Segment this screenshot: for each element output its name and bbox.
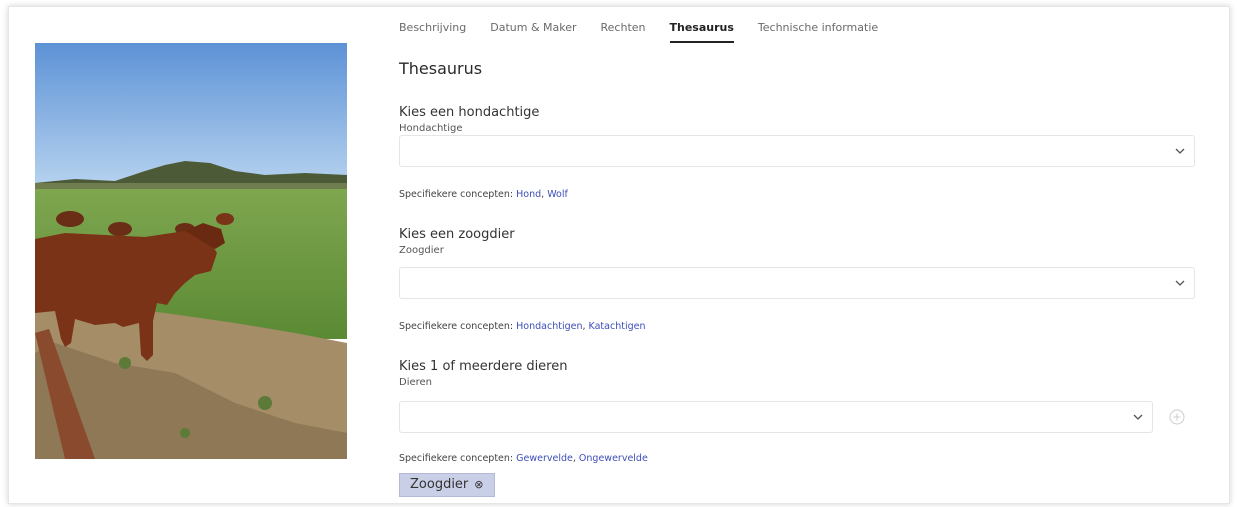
thesaurus-panel: Beschrijving Datum & Maker Rechten Thesa… <box>399 7 1199 503</box>
cattle-photo-image <box>35 43 347 459</box>
add-circle-icon[interactable] <box>1169 409 1185 425</box>
field-label-zoogdier: Kies een zoogdier <box>399 227 515 242</box>
tab-thesaurus[interactable]: Thesaurus <box>669 21 734 43</box>
specific-concepts-hondachtige: Specifiekere concepten: Hond, Wolf <box>399 189 568 200</box>
hondachtige-select[interactable] <box>399 135 1195 167</box>
chip-label: Zoogdier <box>410 477 469 492</box>
tab-rechten[interactable]: Rechten <box>601 21 646 43</box>
tab-bar: Beschrijving Datum & Maker Rechten Thesa… <box>399 21 902 43</box>
cattle-photo <box>35 43 347 459</box>
concept-link-gewervelde[interactable]: Gewervelde <box>516 453 573 464</box>
chevron-down-icon <box>1133 414 1143 420</box>
specific-concepts-zoogdier: Specifiekere concepten: Hondachtigen, Ka… <box>399 321 646 332</box>
field-sublabel-zoogdier: Zoogdier <box>399 245 444 256</box>
field-sublabel-hondachtige: Hondachtige <box>399 123 463 134</box>
specific-prefix: Specifiekere concepten: <box>399 321 514 332</box>
chevron-down-icon <box>1175 280 1185 286</box>
chevron-down-icon <box>1175 148 1185 154</box>
app-window: Beschrijving Datum & Maker Rechten Thesa… <box>8 6 1230 504</box>
specific-prefix: Specifiekere concepten: <box>399 453 514 464</box>
remove-circle-icon[interactable]: ⊗ <box>474 474 483 496</box>
specific-concepts-dieren: Specifiekere concepten: Gewervelde, Onge… <box>399 453 648 464</box>
concept-link-hondachtigen[interactable]: Hondachtigen <box>516 321 582 332</box>
concept-link-hond[interactable]: Hond <box>516 189 541 200</box>
specific-prefix: Specifiekere concepten: <box>399 189 514 200</box>
zoogdier-select[interactable] <box>399 267 1195 299</box>
dieren-select[interactable] <box>399 401 1153 433</box>
concept-link-ongewervelde[interactable]: Ongewervelde <box>579 453 648 464</box>
concept-link-wolf[interactable]: Wolf <box>547 189 568 200</box>
section-title: Thesaurus <box>399 59 483 78</box>
tab-beschrijving[interactable]: Beschrijving <box>399 21 466 43</box>
field-label-hondachtige: Kies een hondachtige <box>399 105 540 120</box>
tab-datum-maker[interactable]: Datum & Maker <box>490 21 576 43</box>
selected-chip-zoogdier: Zoogdier ⊗ <box>399 473 495 497</box>
field-sublabel-dieren: Dieren <box>399 377 433 388</box>
tab-technische-informatie[interactable]: Technische informatie <box>758 21 878 43</box>
concept-link-katachtigen[interactable]: Katachtigen <box>589 321 646 332</box>
field-label-dieren: Kies 1 of meerdere dieren <box>399 359 568 374</box>
